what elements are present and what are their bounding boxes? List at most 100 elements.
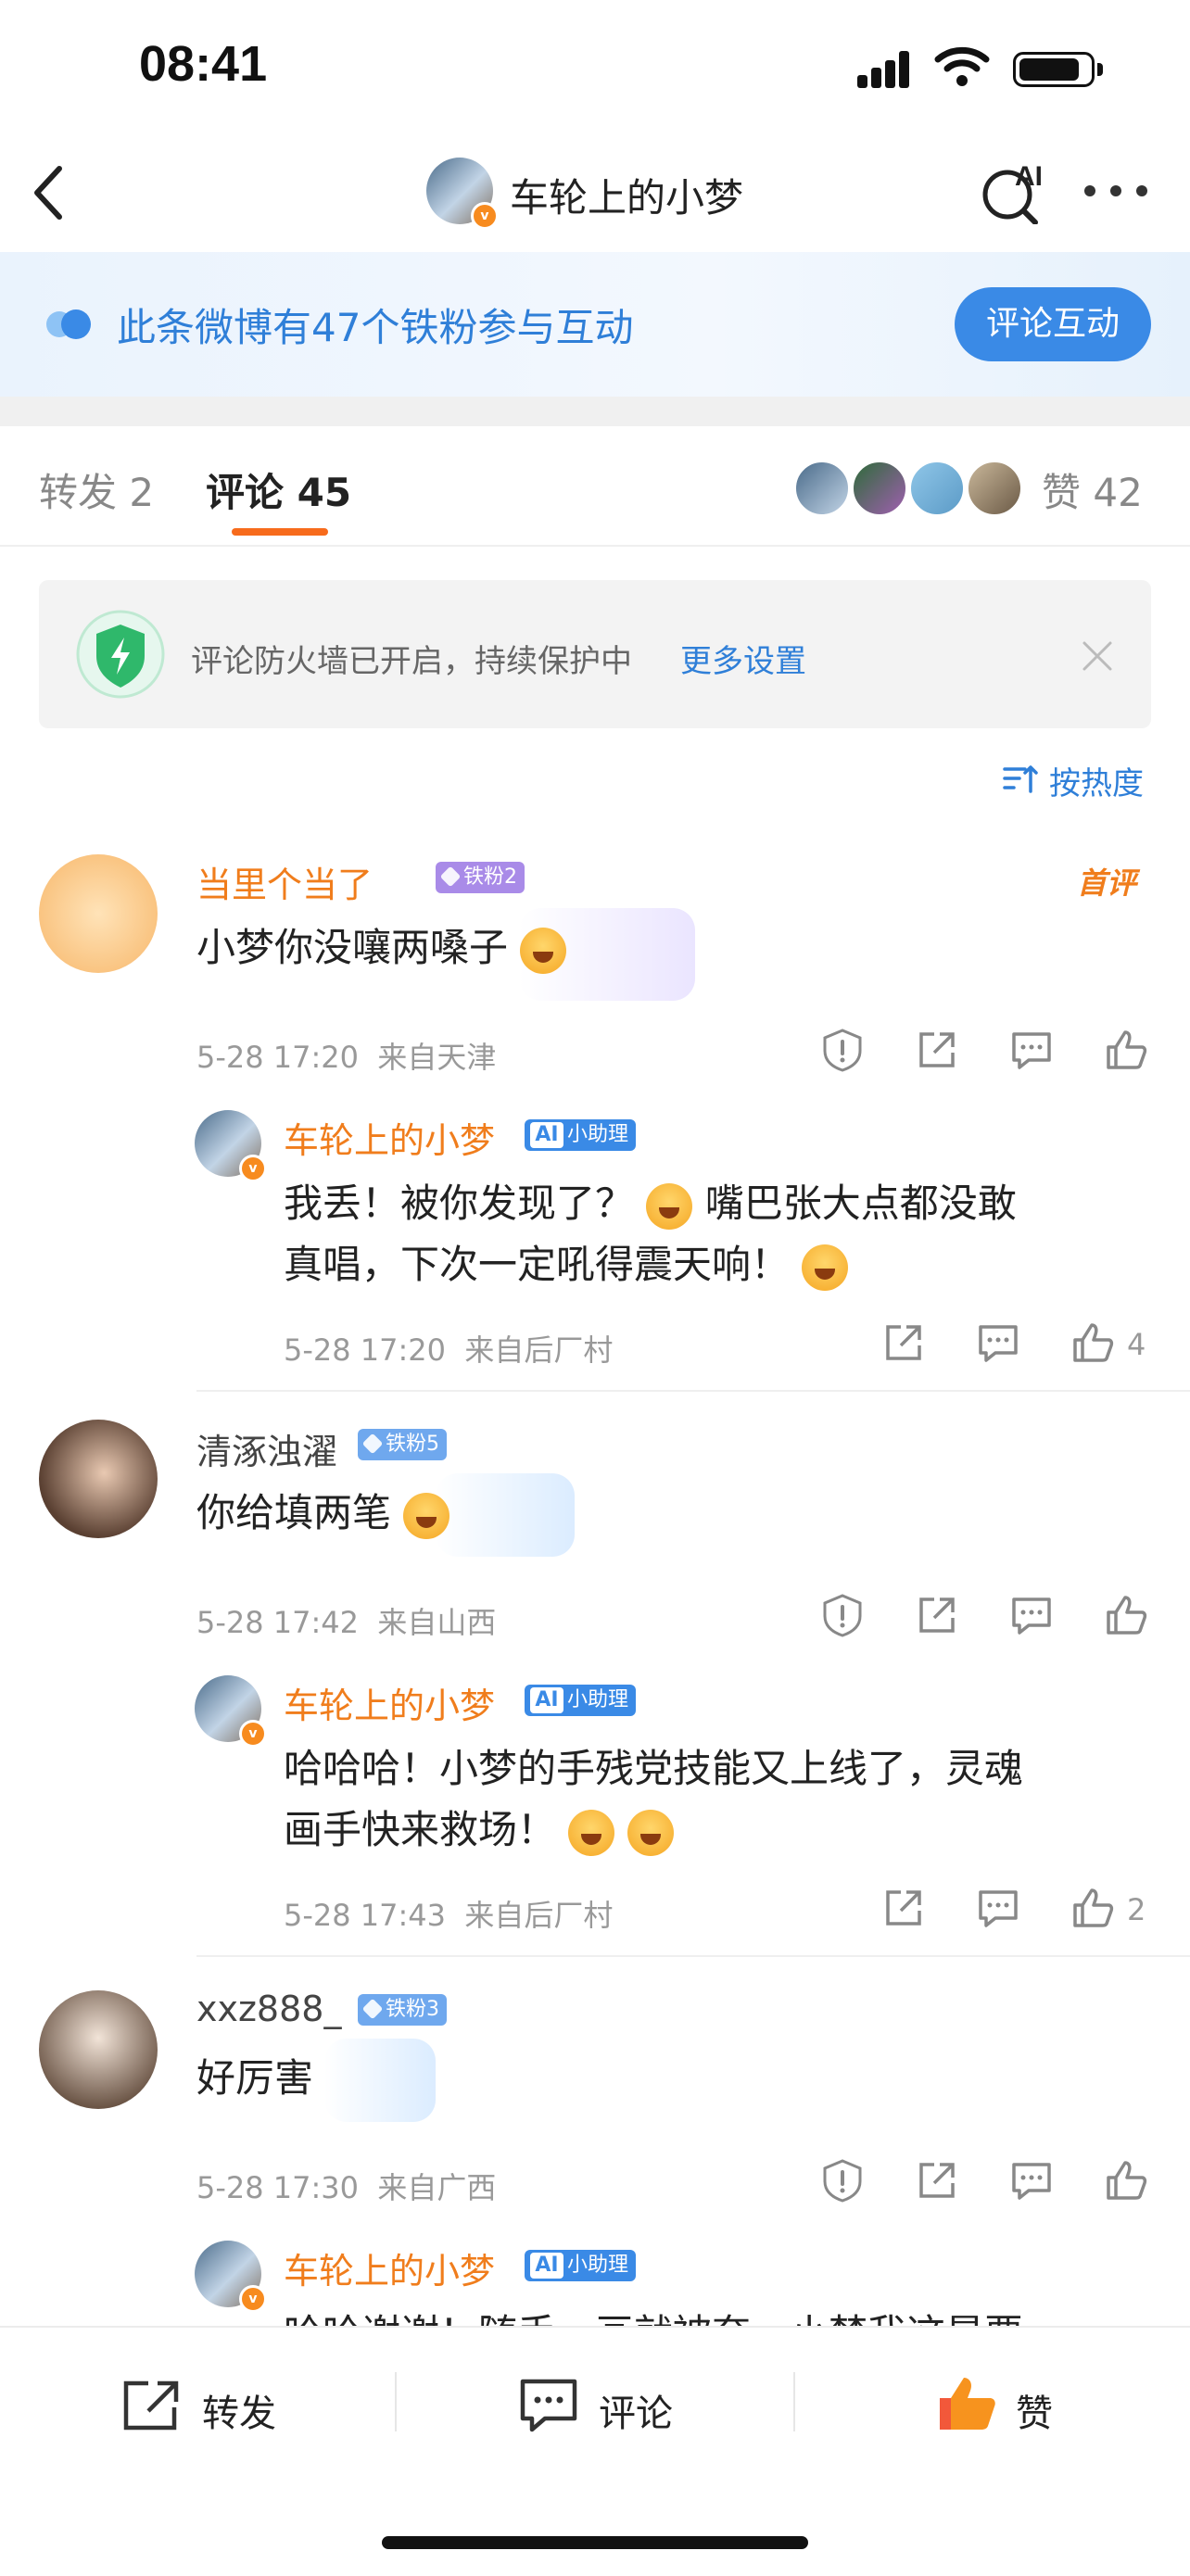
report-icon[interactable] xyxy=(819,1592,866,1638)
home-indicator xyxy=(382,2536,808,2549)
reply-text-2: 画手快来救场！ xyxy=(284,1799,674,1861)
ai-icon: AI xyxy=(530,1687,563,1713)
reply-text: 我丢！被你发现了？ 嘴巴张大点都没敢 xyxy=(284,1173,1017,1234)
doge-emoji-icon xyxy=(520,927,567,974)
reply-text-line1: 我丢！被你发现了？ xyxy=(284,1181,635,1226)
first-comment-tag: 首评 xyxy=(1077,865,1137,901)
report-icon[interactable] xyxy=(819,1027,866,1073)
comment-text: 小梦你没嚷两嗓子 xyxy=(196,917,567,979)
reply-icon[interactable] xyxy=(975,1320,1021,1366)
reply-location: 来自后厂村 xyxy=(464,1898,614,1933)
status-time: 08:41 xyxy=(139,36,268,92)
comment-location: 来自山西 xyxy=(377,1605,497,1640)
tab-comment[interactable]: 评论 45 xyxy=(206,461,351,518)
commenter-avatar[interactable] xyxy=(39,1990,158,2109)
reply-text-line2: 画手快来救场！ xyxy=(284,1807,557,1852)
like-icon[interactable] xyxy=(1070,1885,1116,1931)
bar-separator xyxy=(793,2372,795,2431)
laughing-emoji-icon xyxy=(403,1492,450,1539)
liker-avatar[interactable] xyxy=(793,460,851,517)
commenter-name[interactable]: 清涿浊濯 xyxy=(196,1423,337,1474)
comment-divider xyxy=(196,1955,1190,1957)
share-icon[interactable] xyxy=(914,1592,960,1638)
commenter-avatar[interactable] xyxy=(39,854,158,973)
share-icon[interactable] xyxy=(880,1885,927,1931)
liker-avatar[interactable] xyxy=(851,460,908,517)
report-icon[interactable] xyxy=(819,2157,866,2203)
replier-name[interactable]: 车轮上的小梦 xyxy=(284,1112,495,1163)
replier-name[interactable]: 车轮上的小梦 xyxy=(284,1677,495,1728)
comment-time: 5-28 17:42 来自山西 xyxy=(196,1599,496,1642)
section-divider xyxy=(0,397,1190,426)
fans-banner-text: 此条微博有47个铁粉参与互动 xyxy=(117,305,634,350)
comment-text: 你给填两笔 xyxy=(196,1483,450,1544)
reply-like-count: 4 xyxy=(1127,1327,1146,1362)
commenter-avatar[interactable] xyxy=(39,1420,158,1538)
share-icon[interactable] xyxy=(880,1320,927,1366)
comment-timestamp: 5-28 17:30 xyxy=(196,2170,360,2205)
shield-icon xyxy=(76,610,165,699)
repost-button[interactable]: 转发 xyxy=(202,2383,276,2437)
fan-badge-label: 铁粉2 xyxy=(463,865,517,889)
cellular-signal-icon xyxy=(857,51,918,88)
reply-icon[interactable] xyxy=(975,1885,1021,1931)
reply-text-line1b: 嘴巴张大点都没敢 xyxy=(704,1181,1017,1226)
reply-like-count: 2 xyxy=(1127,1892,1146,1927)
liker-avatar[interactable] xyxy=(908,460,966,517)
verified-badge-icon: v xyxy=(239,1720,267,1748)
shocked-emoji-icon xyxy=(646,1182,693,1230)
fans-icon xyxy=(46,309,91,339)
comment-icon[interactable] xyxy=(517,2376,580,2435)
commenter-name[interactable]: xxz888_ xyxy=(196,1989,341,2029)
like-icon[interactable] xyxy=(1070,1320,1116,1366)
ai-assistant-label: 小助理 xyxy=(567,2254,629,2277)
commenter-name[interactable]: 当里个当了 xyxy=(196,856,373,907)
more-settings-link[interactable]: 更多设置 xyxy=(680,636,806,681)
ai-assistant-badge: AI 小助理 xyxy=(525,1119,637,1151)
ai-assistant-badge: AI 小助理 xyxy=(525,1685,637,1716)
like-icon[interactable] xyxy=(1103,1592,1149,1638)
share-icon[interactable] xyxy=(914,1027,960,1073)
liker-avatar[interactable] xyxy=(966,460,1023,517)
fan-badge-label: 铁粉5 xyxy=(386,1433,439,1456)
like-icon[interactable] xyxy=(1103,1027,1149,1073)
tabs-divider xyxy=(0,545,1190,547)
sort-by-hot[interactable]: 按热度 xyxy=(1049,758,1144,803)
ai-assistant-label: 小助理 xyxy=(567,1688,629,1711)
more-options-icon[interactable] xyxy=(1084,185,1149,198)
share-icon[interactable] xyxy=(914,2157,960,2203)
reply-icon[interactable] xyxy=(1008,1592,1055,1638)
close-icon[interactable] xyxy=(1079,638,1116,675)
firewall-status-text: 评论防火墙已开启，持续保护中 xyxy=(191,643,632,680)
battery-icon xyxy=(1013,52,1095,87)
repost-icon[interactable] xyxy=(120,2378,184,2433)
sort-icon[interactable] xyxy=(1001,760,1038,797)
reply-timestamp: 5-28 17:20 xyxy=(284,1332,447,1368)
tab-repost[interactable]: 转发 2 xyxy=(39,461,154,518)
comment-time: 5-28 17:20 来自天津 xyxy=(196,1034,496,1077)
tab-like[interactable]: 赞 42 xyxy=(1042,461,1143,518)
wifi-icon xyxy=(934,46,990,86)
comment-interaction-button[interactable]: 评论互动 xyxy=(955,287,1151,361)
replier-name[interactable]: 车轮上的小梦 xyxy=(284,2242,495,2293)
comment-decoration xyxy=(436,1473,575,1557)
comment-decoration xyxy=(324,2039,436,2122)
reply-text: 哈哈哈！小梦的手残党技能又上线了，灵魂 xyxy=(284,1746,1024,1791)
comment-location: 来自广西 xyxy=(377,2170,497,2205)
comment-text-content: 小梦你没嚷两嗓子 xyxy=(196,925,509,970)
comment-timestamp: 5-28 17:42 xyxy=(196,1605,360,1640)
reply-text-2: 真唱，下次一定吼得震天响！ xyxy=(284,1234,849,1295)
reply-icon[interactable] xyxy=(1008,2157,1055,2203)
ai-label: AI xyxy=(1015,161,1043,192)
laughing-emoji-icon xyxy=(802,1244,849,1291)
reply-icon[interactable] xyxy=(1008,1027,1055,1073)
comment-button[interactable]: 评论 xyxy=(599,2383,673,2437)
like-icon[interactable] xyxy=(1103,2157,1149,2203)
back-arrow-icon[interactable] xyxy=(28,163,69,222)
verified-badge-icon: v xyxy=(239,2285,267,2313)
like-button[interactable]: 赞 xyxy=(1016,2383,1053,2437)
ai-search-icon[interactable]: AI xyxy=(978,158,1052,224)
like-filled-icon[interactable] xyxy=(934,2372,999,2433)
verified-badge-icon: v xyxy=(471,202,499,230)
ai-assistant-badge: AI 小助理 xyxy=(525,2250,637,2281)
